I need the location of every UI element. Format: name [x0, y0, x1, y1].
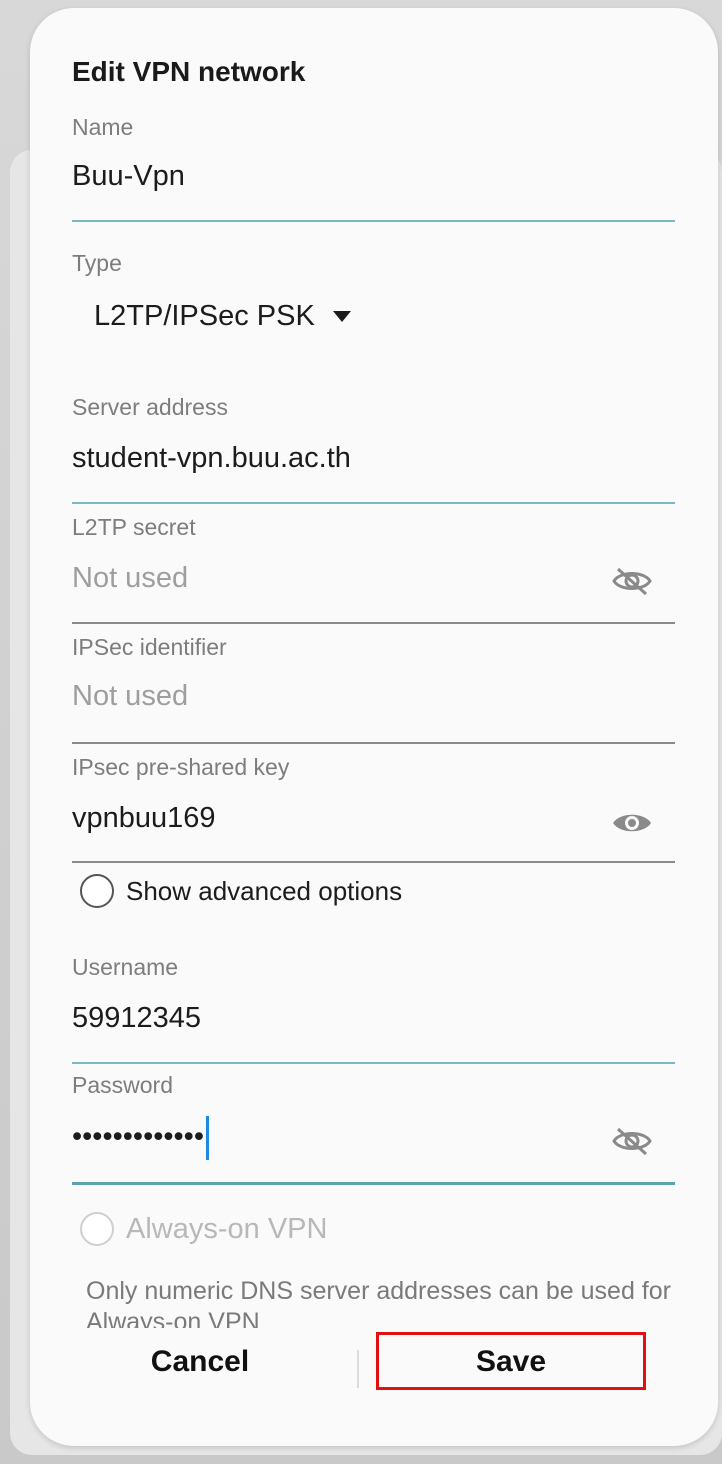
psk-label: IPsec pre-shared key [72, 754, 290, 780]
button-divider [357, 1350, 359, 1388]
server-input[interactable]: student-vpn.buu.ac.th [72, 442, 351, 475]
dialog-title: Edit VPN network [72, 56, 306, 87]
always-on-note: Only numeric DNS server addresses can be… [86, 1277, 671, 1328]
eye-off-icon[interactable] [610, 566, 654, 596]
text-cursor [206, 1116, 209, 1160]
psk-input[interactable]: vpnbuu169 [72, 802, 216, 835]
type-value: L2TP/IPSec PSK [94, 300, 315, 332]
password-underline [72, 1182, 675, 1185]
ipsec-identifier-label: IPSec identifier [72, 634, 227, 660]
name-underline [72, 220, 675, 222]
password-input[interactable]: ••••••••••••• [72, 1116, 209, 1160]
psk-underline [72, 861, 675, 863]
password-label: Password [72, 1072, 173, 1098]
type-dropdown[interactable]: L2TP/IPSec PSK [94, 300, 351, 333]
eye-off-icon[interactable] [610, 1126, 654, 1156]
save-button[interactable]: Save [376, 1332, 646, 1392]
show-advanced-option[interactable]: Show advanced options [80, 874, 402, 908]
name-input[interactable]: Buu-Vpn [72, 160, 185, 193]
type-label: Type [72, 250, 122, 276]
username-input[interactable]: 59912345 [72, 1002, 201, 1035]
server-label: Server address [72, 394, 228, 420]
name-label: Name [72, 114, 134, 140]
always-on-option[interactable]: Always-on VPN [80, 1212, 327, 1246]
username-underline [72, 1062, 675, 1064]
show-advanced-radio[interactable] [80, 874, 114, 908]
dropdown-caret-icon [332, 311, 351, 322]
eye-icon[interactable] [610, 808, 654, 838]
ipsec-identifier-underline [72, 742, 675, 744]
cancel-button[interactable]: Cancel [88, 1332, 312, 1392]
always-on-label: Always-on VPN [126, 1212, 328, 1245]
edit-vpn-dialog: Edit VPN network Name Buu-Vpn Type L2TP/… [30, 8, 718, 1446]
always-on-radio[interactable] [80, 1212, 114, 1246]
server-underline [72, 502, 675, 504]
l2tp-secret-label: L2TP secret [72, 514, 196, 540]
show-advanced-label: Show advanced options [126, 875, 403, 906]
username-label: Username [72, 954, 179, 980]
password-value: ••••••••••••• [72, 1120, 204, 1153]
l2tp-secret-input[interactable]: Not used [72, 562, 188, 595]
ipsec-identifier-input[interactable]: Not used [72, 680, 188, 713]
l2tp-secret-underline [72, 622, 675, 624]
